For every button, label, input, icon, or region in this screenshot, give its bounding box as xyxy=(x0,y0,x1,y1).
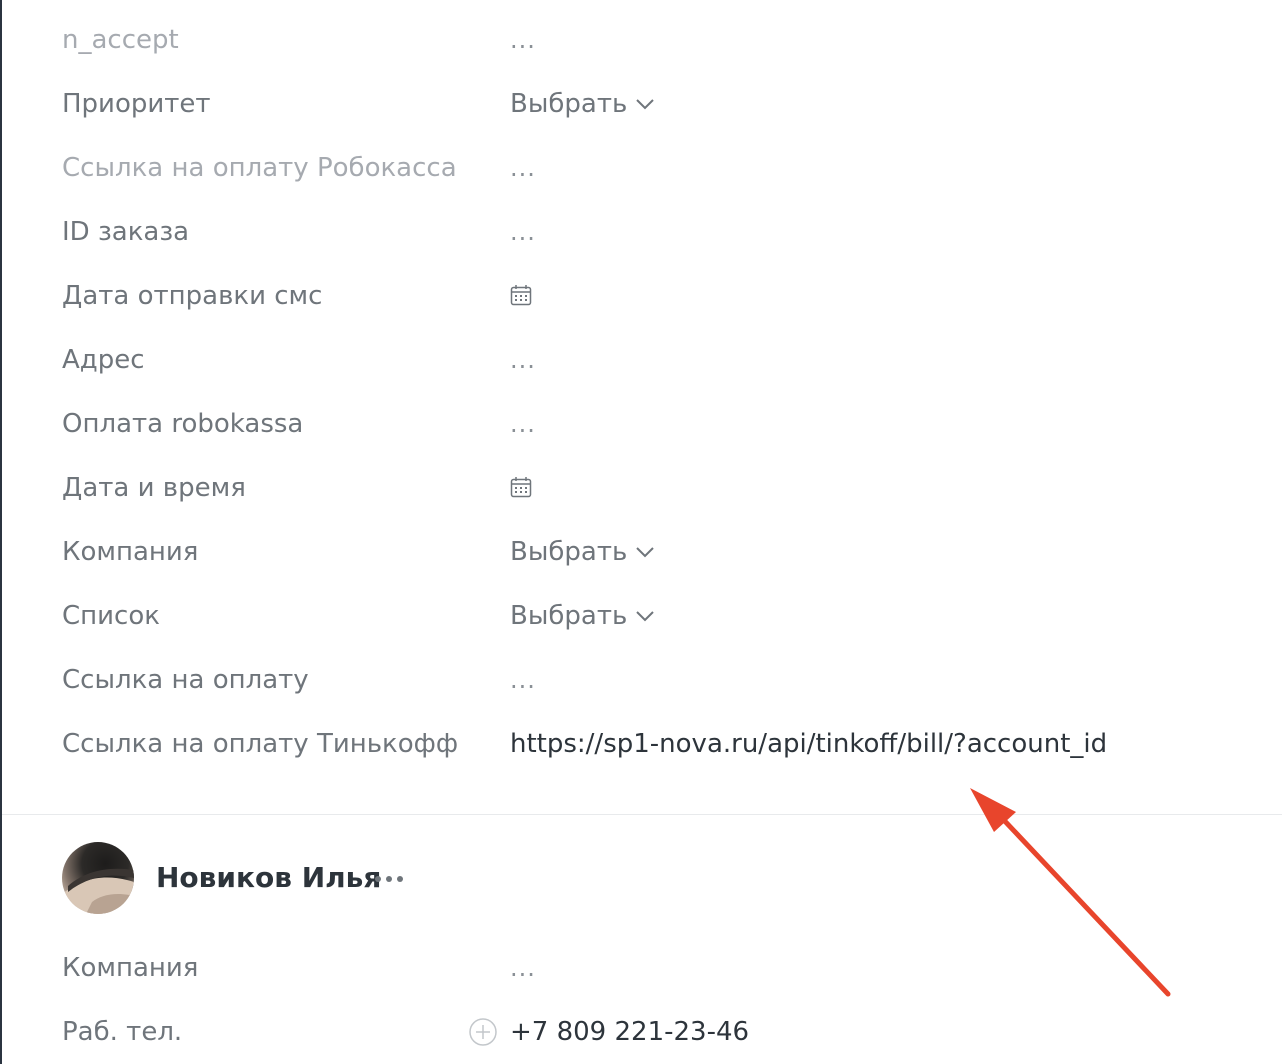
contact-card: Новиков Илья xyxy=(62,842,1282,914)
more-dots-icon[interactable] xyxy=(374,864,404,894)
field-value-input[interactable]: ... xyxy=(510,340,536,380)
field-row-list: Список Выбрать xyxy=(62,596,1282,636)
calendar-icon[interactable] xyxy=(510,284,532,306)
field-label: Дата отправки смс xyxy=(62,281,323,311)
field-value-input[interactable]: ... xyxy=(510,212,536,252)
priority-select[interactable]: Выбрать xyxy=(510,84,655,124)
field-value-input[interactable]: ... xyxy=(510,660,536,700)
field-label: Ссылка на оплату Робокасса xyxy=(62,153,457,183)
panel-left-border xyxy=(0,0,2,1064)
field-row-company: Компания Выбрать xyxy=(62,532,1282,572)
field-row-address: Адрес ... xyxy=(62,340,1282,380)
field-label: Ссылка на оплату xyxy=(62,665,309,695)
field-value-input[interactable]: ... xyxy=(510,404,536,444)
chevron-down-icon xyxy=(636,547,655,558)
calendar-icon[interactable] xyxy=(510,476,532,498)
field-row-priority: Приоритет Выбрать xyxy=(62,84,1282,124)
field-label: ID заказа xyxy=(62,217,190,247)
field-label: Приоритет xyxy=(62,89,211,119)
field-row-robokassa-link: Ссылка на оплату Робокасса ... xyxy=(62,148,1282,188)
field-label: Раб. тел. xyxy=(62,1017,183,1047)
field-label: Список xyxy=(62,601,160,631)
chevron-down-icon xyxy=(636,99,655,110)
avatar[interactable] xyxy=(62,842,134,914)
field-row-order-id: ID заказа ... xyxy=(62,212,1282,252)
work-phone-value[interactable]: +7 809 221-23-46 xyxy=(510,1012,749,1052)
field-label: Ссылка на оплату Тинькофф xyxy=(62,729,459,759)
avatar-image xyxy=(62,868,134,914)
list-select[interactable]: Выбрать xyxy=(510,596,655,636)
field-row-payment-link: Ссылка на оплату ... xyxy=(62,660,1282,700)
field-value-input[interactable]: ... xyxy=(510,20,536,60)
contact-name[interactable]: Новиков Илья xyxy=(156,856,381,900)
field-label: Оплата robokassa xyxy=(62,409,304,439)
tinkoff-link-value[interactable]: https://sp1-nova.ru/api/tinkoff/bill/?ac… xyxy=(510,724,1107,764)
field-label: Компания xyxy=(62,953,199,983)
field-label: Дата и время xyxy=(62,473,246,503)
field-label: n_accept xyxy=(62,25,179,55)
section-divider xyxy=(2,814,1282,815)
field-row-robokassa-payment: Оплата robokassa ... xyxy=(62,404,1282,444)
field-label: Адрес xyxy=(62,345,145,375)
field-row-tinkoff-link: Ссылка на оплату Тинькофф https://sp1-no… xyxy=(62,724,1282,764)
plus-circle-icon[interactable] xyxy=(468,1017,498,1047)
select-label: Выбрать xyxy=(510,89,628,119)
field-row-n-accept: n_accept ... xyxy=(62,20,1282,60)
field-row-datetime: Дата и время xyxy=(62,468,1282,508)
field-row-sms-date: Дата отправки смс xyxy=(62,276,1282,316)
company-select[interactable]: Выбрать xyxy=(510,532,655,572)
field-value-input[interactable]: ... xyxy=(510,948,536,988)
field-value-input[interactable]: ... xyxy=(510,148,536,188)
chevron-down-icon xyxy=(636,611,655,622)
select-label: Выбрать xyxy=(510,537,628,567)
select-label: Выбрать xyxy=(510,601,628,631)
contact-field-row-company: Компания ... xyxy=(62,948,1282,988)
field-label: Компания xyxy=(62,537,199,567)
contact-field-row-work-phone: Раб. тел. +7 809 221-23-46 xyxy=(62,1012,1282,1052)
